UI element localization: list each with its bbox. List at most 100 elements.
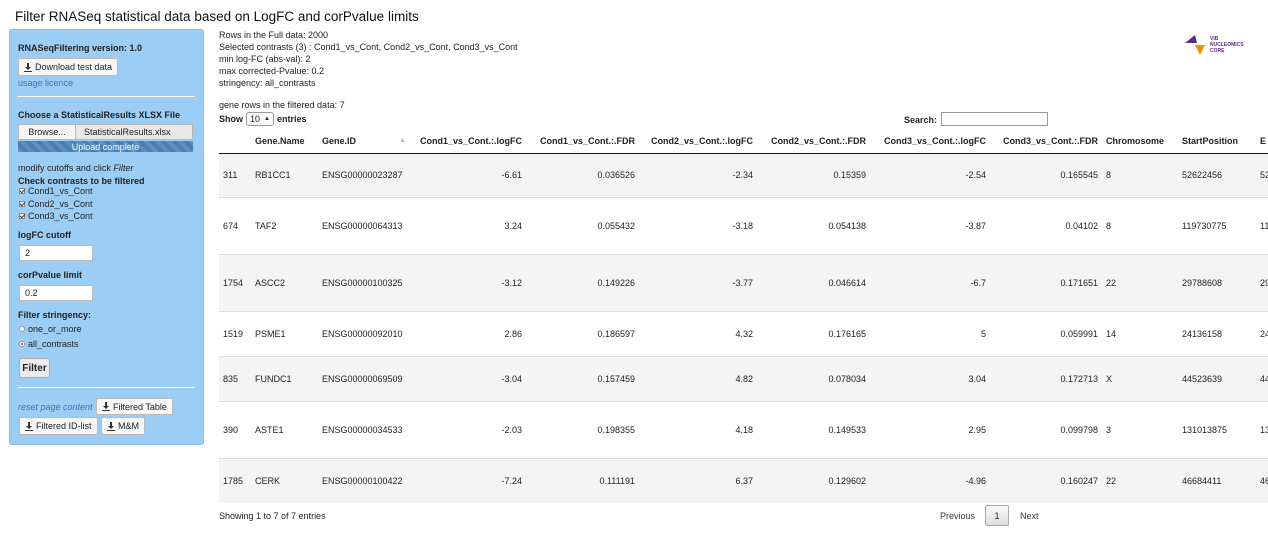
download-test-data-button[interactable]: Download test data: [18, 58, 119, 76]
cell-cond3-fdr: 0.059991: [990, 310, 1102, 356]
cell-cond1-fdr: 0.149226: [526, 253, 639, 311]
filtered-table-button[interactable]: Filtered Table: [96, 398, 173, 415]
column-header-endposition[interactable]: E: [1256, 129, 1268, 154]
stringency-radio-one-or-more[interactable]: one_or_more: [19, 324, 82, 334]
cell-index: 1519: [219, 310, 251, 356]
cell-startposition: 46684411: [1178, 457, 1256, 503]
modify-cutoffs-text: modify cutoffs and click Filter: [18, 163, 133, 173]
table-row[interactable]: 674 TAF2 ENSG00000064313 3.24 0.055432 -3.18 0…: [219, 196, 1268, 254]
cell-cond2-logfc: 4.82: [639, 355, 757, 401]
mm-label: M&M: [118, 421, 139, 431]
column-header-label: Cond2_vs_Cont.:.FDR: [770, 135, 866, 146]
sidebar-divider: [18, 96, 195, 97]
summary-info: Rows in the Full data: 2000 Selected con…: [219, 29, 518, 89]
page-length-value: 10: [250, 114, 261, 124]
column-header-cond2-fdr[interactable]: Cond2_vs_Cont.:.FDR: [757, 129, 870, 154]
file-name-display: StatisticalResults.xlsx: [76, 124, 193, 140]
cell-cond2-fdr: 0.129602: [757, 457, 870, 503]
entries-label: entries: [277, 114, 307, 124]
table-row[interactable]: 1785 CERK ENSG00000100422 -7.24 0.111191 6.37…: [219, 457, 1268, 503]
checkbox-icon[interactable]: [19, 201, 25, 207]
column-header-index[interactable]: [219, 129, 251, 154]
reset-page-link[interactable]: reset page content: [18, 402, 93, 412]
cell-startposition: 119730775: [1178, 196, 1256, 254]
cell-cond2-logfc: 4.18: [639, 400, 757, 458]
cell-gene-id: ENSG00000100422: [318, 457, 409, 503]
cell-cond3-logfc: 5: [870, 310, 990, 356]
filtered-table-label: Filtered Table: [113, 401, 167, 412]
column-header-label: Cond3_vs_Cont.:.FDR: [1002, 135, 1098, 146]
cell-cond1-fdr: 0.111191: [526, 457, 639, 503]
browse-button[interactable]: Browse...: [18, 124, 76, 140]
cell-gene-id: ENSG00000034533: [318, 400, 409, 458]
search-label: Search:: [904, 115, 938, 125]
column-header-gene-id[interactable]: Gene.ID ▲︎: [318, 129, 409, 154]
table-row[interactable]: 1754 ASCC2 ENSG00000100325 -3.12 0.149226 -3.…: [219, 253, 1268, 311]
pagination-page-1[interactable]: 1: [985, 505, 1009, 526]
cell-cond2-fdr: 0.054138: [757, 196, 870, 254]
radio-label: one_or_more: [28, 324, 82, 334]
cell-cond2-logfc: -3.18: [639, 196, 757, 254]
cell-cond2-fdr: 0.15359: [757, 152, 870, 197]
contrast-label: Cond1_vs_Cont: [28, 186, 93, 196]
column-header-label: Chromosome: [1106, 135, 1165, 146]
results-table-container: Gene.Name Gene.ID ▲︎ Cond1_vs_Cont.:.logF…: [219, 129, 1268, 503]
cell-startposition: 131013875: [1178, 400, 1256, 458]
cell-cond1-logfc: 2.86: [409, 310, 526, 356]
cell-endposition: 44: [1256, 355, 1268, 401]
radio-icon[interactable]: [19, 341, 25, 347]
cell-index: 674: [219, 196, 251, 254]
column-header-label: StartPosition: [1182, 135, 1239, 146]
cell-cond1-fdr: 0.186597: [526, 310, 639, 356]
cell-endposition: 13: [1256, 400, 1268, 458]
radio-icon[interactable]: [19, 326, 25, 332]
column-header-startposition[interactable]: StartPosition: [1178, 129, 1256, 154]
cell-cond2-logfc: -3.77: [639, 253, 757, 311]
cell-endposition: 24: [1256, 310, 1268, 356]
cell-gene-name: CERK: [251, 457, 318, 503]
download-icon: [102, 402, 110, 411]
pagination-next[interactable]: Next: [1020, 511, 1039, 521]
usage-licence-link[interactable]: usage licence: [18, 78, 73, 88]
pagination-previous[interactable]: Previous: [940, 511, 975, 521]
checkbox-icon[interactable]: [19, 188, 25, 194]
mm-button[interactable]: M&M: [101, 417, 145, 435]
cell-endposition: 52: [1256, 152, 1268, 197]
checkbox-icon[interactable]: [19, 213, 25, 219]
contrast-checkbox-cond1[interactable]: Cond1_vs_Cont: [19, 186, 93, 196]
choose-file-label: Choose a StatisticalResults XLSX File: [18, 110, 181, 120]
filter-button[interactable]: Filter: [19, 358, 50, 378]
vib-nucleomics-logo: VIB NUCLEOMICS CORE: [1185, 35, 1244, 55]
cell-cond1-fdr: 0.157459: [526, 355, 639, 401]
table-row[interactable]: 835 FUNDC1 ENSG00000069509 -3.04 0.157459 4.8…: [219, 355, 1268, 401]
info-line: Selected contrasts (3) : Cond1_vs_Cont, …: [219, 42, 518, 52]
column-header-cond1-logfc[interactable]: Cond1_vs_Cont.:.logFC: [409, 129, 526, 154]
column-header-gene-name[interactable]: Gene.Name: [251, 129, 318, 154]
sidebar-divider: [18, 387, 195, 388]
show-entries-control: Show 10 ▲︎ entries: [219, 112, 307, 126]
corpvalue-limit-input[interactable]: 0.2: [19, 285, 93, 301]
cell-cond1-logfc: 3.24: [409, 196, 526, 254]
column-header-cond1-fdr[interactable]: Cond1_vs_Cont.:.FDR: [526, 129, 639, 154]
contrast-checkbox-cond2[interactable]: Cond2_vs_Cont: [19, 199, 93, 209]
cell-chromosome: 22: [1102, 457, 1178, 503]
table-row[interactable]: 1519 PSME1 ENSG00000092010 2.86 0.186597 4.32…: [219, 310, 1268, 356]
column-header-chromosome[interactable]: Chromosome: [1102, 129, 1178, 154]
table-footer-info: Showing 1 to 7 of 7 entries: [219, 511, 326, 521]
cell-cond2-logfc: 4.32: [639, 310, 757, 356]
cell-cond1-fdr: 0.055432: [526, 196, 639, 254]
contrast-checkbox-cond3[interactable]: Cond3_vs_Cont: [19, 211, 93, 221]
search-input[interactable]: [941, 112, 1048, 126]
cell-cond3-fdr: 0.099798: [990, 400, 1102, 458]
stringency-radio-all-contrasts[interactable]: all_contrasts: [19, 339, 79, 349]
logfc-cutoff-input[interactable]: 2: [19, 245, 93, 261]
cell-chromosome: 14: [1102, 310, 1178, 356]
info-line: max corrected-Pvalue: 0.2: [219, 66, 325, 76]
column-header-cond3-fdr[interactable]: Cond3_vs_Cont.:.FDR: [990, 129, 1102, 154]
table-row[interactable]: 311 RB1CC1 ENSG00000023287 -6.61 0.036526 -2.…: [219, 152, 1268, 197]
page-length-select[interactable]: 10 ▲︎: [246, 112, 274, 126]
table-row[interactable]: 390 ASTE1 ENSG00000034533 -2.03 0.198355 4.18…: [219, 400, 1268, 458]
column-header-cond2-logfc[interactable]: Cond2_vs_Cont.:.logFC: [639, 129, 757, 154]
column-header-cond3-logfc[interactable]: Cond3_vs_Cont.:.logFC: [870, 129, 990, 154]
filtered-idlist-button[interactable]: Filtered ID-list: [19, 417, 98, 435]
